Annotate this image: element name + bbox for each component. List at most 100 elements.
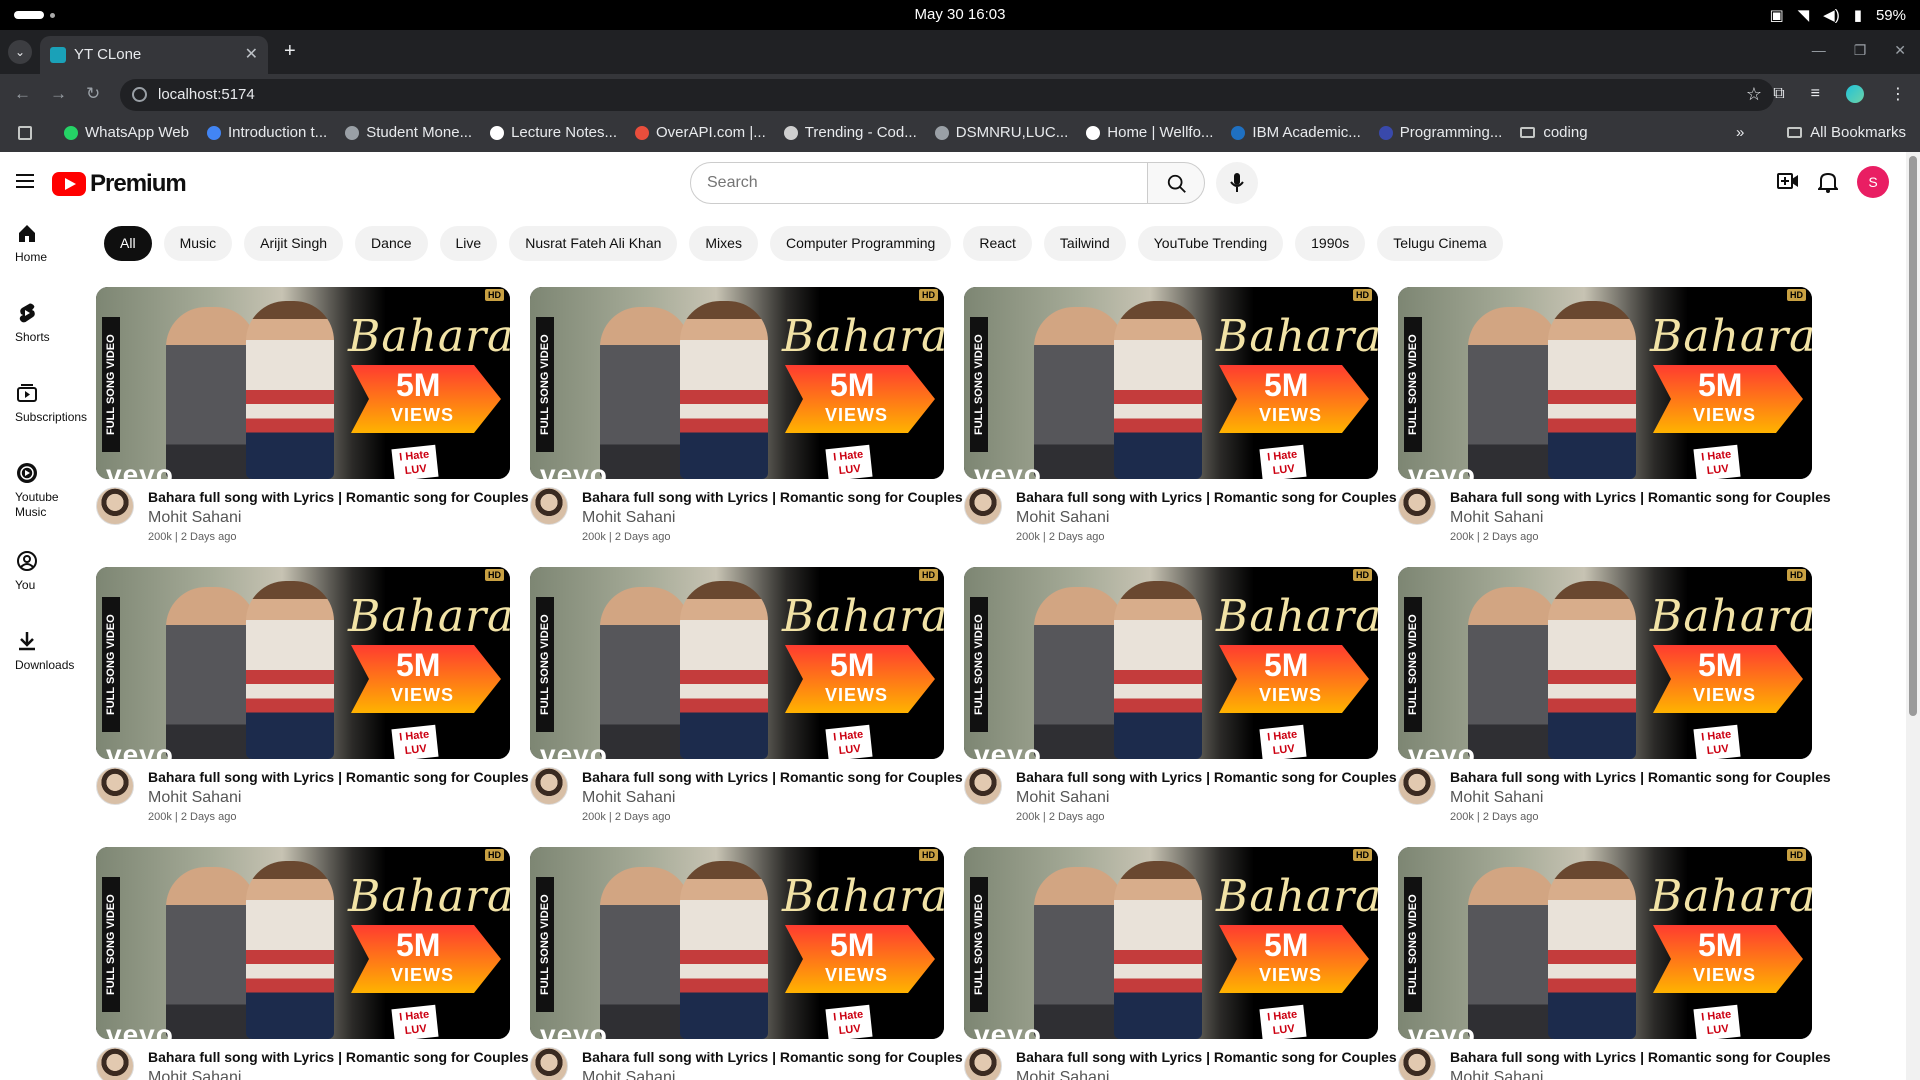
video-title[interactable]: Bahara full song with Lyrics | Romantic … — [148, 489, 529, 505]
notifications-bell-icon[interactable] — [1818, 171, 1838, 193]
sidebar-item-home[interactable]: Home — [0, 222, 90, 268]
video-title[interactable]: Bahara full song with Lyrics | Romantic … — [1016, 769, 1397, 785]
channel-avatar[interactable] — [530, 487, 568, 525]
sidebar-item-subscriptions[interactable]: Subscriptions — [0, 382, 90, 428]
video-card[interactable]: FULL SONG VIDEO Bahara 5M VIEWS HD vevo I Hate… — [964, 567, 1397, 835]
channel-name[interactable]: Mohit Sahani — [1016, 509, 1109, 527]
channel-avatar[interactable] — [964, 1047, 1002, 1080]
bookmark-item[interactable]: WhatsApp Web — [64, 124, 189, 141]
bookmark-item[interactable]: OverAPI.com |... — [634, 124, 766, 141]
address-bar[interactable]: localhost:5174 ☆ — [120, 79, 1774, 111]
bookmark-item[interactable]: Trending - Cod... — [783, 124, 917, 141]
channel-name[interactable]: Mohit Sahani — [148, 509, 241, 527]
tab-search-icon[interactable]: ⌄ — [8, 40, 32, 64]
channel-name[interactable]: Mohit Sahani — [1016, 1069, 1109, 1080]
filter-chip[interactable]: Dance — [355, 226, 428, 261]
channel-avatar[interactable] — [530, 1047, 568, 1080]
video-title[interactable]: Bahara full song with Lyrics | Romantic … — [582, 489, 963, 505]
new-tab-icon[interactable]: + — [284, 40, 296, 63]
voice-search-button[interactable] — [1216, 162, 1258, 204]
video-thumbnail[interactable]: FULL SONG VIDEO Bahara 5M VIEWS HD vevo I Hate… — [964, 847, 1378, 1039]
sidebar-item-you[interactable]: You — [0, 550, 90, 596]
filter-chip[interactable]: Mixes — [689, 226, 758, 261]
video-card[interactable]: FULL SONG VIDEO Bahara 5M VIEWS HD vevo I Hate… — [530, 567, 963, 835]
channel-avatar[interactable] — [964, 767, 1002, 805]
all-bookmarks-button[interactable]: All Bookmarks — [1787, 124, 1906, 141]
video-thumbnail[interactable]: FULL SONG VIDEO Bahara 5M VIEWS HD vevo I Hate… — [964, 287, 1378, 479]
video-title[interactable]: Bahara full song with Lyrics | Romantic … — [1450, 769, 1831, 785]
sidebar-item-downloads[interactable]: Downloads — [0, 630, 90, 676]
site-info-icon[interactable] — [132, 87, 147, 102]
bookmark-item[interactable]: Home | Wellfo... — [1086, 124, 1213, 141]
channel-name[interactable]: Mohit Sahani — [148, 789, 241, 807]
channel-avatar[interactable] — [964, 487, 1002, 525]
video-card[interactable]: FULL SONG VIDEO Bahara 5M VIEWS HD vevo I Hate… — [96, 847, 529, 1080]
apps-grid-icon[interactable] — [18, 126, 32, 140]
bookmark-item[interactable]: Lecture Notes... — [490, 124, 617, 141]
channel-avatar[interactable] — [96, 487, 134, 525]
channel-avatar[interactable] — [1398, 1047, 1436, 1080]
video-title[interactable]: Bahara full song with Lyrics | Romantic … — [148, 1049, 529, 1065]
sidebar-item-shorts[interactable]: Shorts — [0, 302, 90, 348]
extensions-icon[interactable]: ⧉ — [1773, 85, 1784, 103]
filter-chip[interactable]: YouTube Trending — [1137, 226, 1284, 261]
minimize-icon[interactable]: — — [1812, 42, 1826, 59]
channel-name[interactable]: Mohit Sahani — [1016, 789, 1109, 807]
close-window-icon[interactable]: ✕ — [1894, 42, 1906, 59]
video-title[interactable]: Bahara full song with Lyrics | Romantic … — [1016, 1049, 1397, 1065]
video-card[interactable]: FULL SONG VIDEO Bahara 5M VIEWS HD vevo I Hate… — [964, 287, 1397, 555]
filter-chip[interactable]: Telugu Cinema — [1377, 226, 1503, 261]
restore-icon[interactable]: ❐ — [1854, 42, 1867, 59]
video-card[interactable]: FULL SONG VIDEO Bahara 5M VIEWS HD vevo I Hate… — [96, 287, 529, 555]
channel-name[interactable]: Mohit Sahani — [582, 1069, 675, 1080]
scrollbar-thumb[interactable] — [1909, 156, 1917, 716]
video-title[interactable]: Bahara full song with Lyrics | Romantic … — [148, 769, 529, 785]
channel-name[interactable]: Mohit Sahani — [582, 789, 675, 807]
chrome-menu-icon[interactable]: ⋮ — [1890, 84, 1906, 104]
video-title[interactable]: Bahara full song with Lyrics | Romantic … — [1450, 489, 1831, 505]
video-card[interactable]: FULL SONG VIDEO Bahara 5M VIEWS HD vevo I Hate… — [530, 847, 963, 1080]
bookmark-star-icon[interactable]: ☆ — [1746, 84, 1762, 105]
media-control-icon[interactable]: ≡ — [1811, 85, 1820, 103]
video-title[interactable]: Bahara full song with Lyrics | Romantic … — [582, 769, 963, 785]
video-thumbnail[interactable]: FULL SONG VIDEO Bahara 5M VIEWS HD vevo I Hate… — [1398, 847, 1812, 1039]
bookmark-item[interactable]: Programming... — [1378, 124, 1502, 141]
filter-chip[interactable]: Tailwind — [1043, 226, 1126, 261]
channel-avatar[interactable] — [530, 767, 568, 805]
back-icon[interactable]: ← — [14, 84, 31, 104]
filter-chip[interactable]: Nusrat Fateh Ali Khan — [509, 226, 678, 261]
channel-name[interactable]: Mohit Sahani — [1450, 509, 1543, 527]
video-thumbnail[interactable]: FULL SONG VIDEO Bahara 5M VIEWS HD vevo I Hate… — [964, 567, 1378, 759]
bookmark-item[interactable]: Student Mone... — [345, 124, 472, 141]
channel-name[interactable]: Mohit Sahani — [1450, 789, 1543, 807]
video-thumbnail[interactable]: FULL SONG VIDEO Bahara 5M VIEWS HD vevo I Hate… — [530, 287, 944, 479]
video-thumbnail[interactable]: FULL SONG VIDEO Bahara 5M VIEWS HD vevo I Hate… — [530, 567, 944, 759]
youtube-logo[interactable]: Premium — [52, 170, 187, 198]
forward-icon[interactable]: → — [50, 84, 67, 104]
channel-name[interactable]: Mohit Sahani — [1450, 1069, 1543, 1080]
channel-avatar[interactable] — [96, 1047, 134, 1080]
video-card[interactable]: FULL SONG VIDEO Bahara 5M VIEWS HD vevo I Hate… — [1398, 567, 1831, 835]
video-title[interactable]: Bahara full song with Lyrics | Romantic … — [1016, 489, 1397, 505]
profile-avatar[interactable] — [1846, 85, 1864, 103]
search-input[interactable] — [690, 162, 1148, 204]
bookmark-item[interactable]: IBM Academic... — [1231, 124, 1361, 141]
filter-chip[interactable]: Computer Programming — [769, 226, 952, 261]
channel-avatar[interactable] — [1398, 767, 1436, 805]
filter-chip[interactable]: Music — [163, 226, 233, 261]
page-scrollbar[interactable] — [1906, 152, 1920, 1080]
create-video-icon[interactable] — [1777, 171, 1799, 191]
video-thumbnail[interactable]: FULL SONG VIDEO Bahara 5M VIEWS HD vevo I Hate… — [1398, 567, 1812, 759]
filter-chip[interactable]: 1990s — [1295, 226, 1366, 261]
video-thumbnail[interactable]: FULL SONG VIDEO Bahara 5M VIEWS HD vevo I Hate… — [96, 847, 510, 1039]
filter-chip[interactable]: All — [104, 226, 152, 261]
bookmark-item[interactable]: coding — [1520, 124, 1588, 141]
filter-chip[interactable]: Live — [439, 226, 498, 261]
channel-avatar[interactable] — [96, 767, 134, 805]
bookmark-item[interactable]: Introduction t... — [206, 124, 327, 141]
close-tab-icon[interactable]: ✕ — [245, 44, 258, 64]
reload-icon[interactable]: ↻ — [86, 84, 100, 104]
menu-icon[interactable] — [16, 174, 34, 188]
video-thumbnail[interactable]: FULL SONG VIDEO Bahara 5M VIEWS HD vevo I Hate… — [96, 287, 510, 479]
more-bookmarks-icon[interactable]: » — [1736, 124, 1744, 141]
